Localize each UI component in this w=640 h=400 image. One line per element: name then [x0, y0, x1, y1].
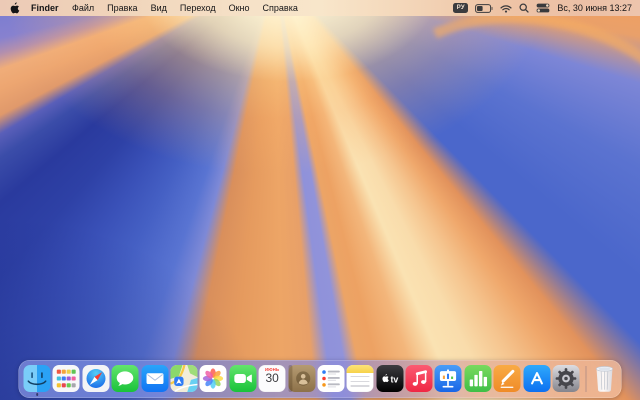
dock-icon-app-store[interactable] — [523, 365, 550, 392]
dock-icon-maps[interactable] — [170, 365, 197, 392]
menu-item-file[interactable]: Файл — [66, 3, 101, 13]
dock-icon-numbers[interactable] — [464, 365, 491, 392]
menu-item-edit[interactable]: Правка — [101, 3, 144, 13]
dock-icon-apple-tv[interactable]: tv — [376, 365, 403, 392]
dock-icon-music[interactable] — [406, 365, 433, 392]
dock-icon-facetime[interactable] — [229, 365, 256, 392]
menu-item-view[interactable]: Вид — [144, 3, 173, 13]
dock-separator — [586, 366, 587, 392]
apple-menu-icon[interactable] — [9, 2, 20, 14]
dock-icon-contacts[interactable] — [288, 365, 315, 392]
menu-item-go[interactable]: Переход — [173, 3, 222, 13]
running-indicator-dot — [36, 393, 39, 396]
control-center-icon[interactable] — [536, 3, 550, 13]
menu-bar-clock[interactable]: Вс, 30 июня 13:27 — [557, 3, 632, 13]
dock-icon-system-settings[interactable] — [553, 365, 580, 392]
dock-icon-calendar[interactable]: ИЮНЬ 30 — [259, 365, 286, 392]
dock-icon-launchpad[interactable] — [53, 365, 80, 392]
notes-icon-line — [351, 385, 370, 386]
battery-icon[interactable] — [475, 4, 493, 13]
active-app-menu[interactable]: Finder — [24, 3, 66, 13]
dock-icon-reminders[interactable] — [317, 365, 344, 392]
dock-icon-mail[interactable] — [141, 365, 168, 392]
dock-icon-photos[interactable] — [200, 365, 227, 392]
tv-label: tv — [390, 375, 398, 385]
menu-item-window[interactable]: Окно — [222, 3, 256, 13]
menu-bar: Finder Файл Правка Вид Переход Окно Спра… — [0, 0, 640, 16]
dock-icon-notes[interactable] — [347, 365, 374, 392]
input-source-badge[interactable]: РУ — [453, 3, 468, 13]
dock-icon-finder[interactable] — [24, 365, 51, 392]
dock: ИЮНЬ 30 — [19, 360, 622, 398]
calendar-day-label: 30 — [265, 372, 278, 385]
notes-icon-header — [347, 365, 374, 373]
dock-icon-pages[interactable] — [494, 365, 521, 392]
dock-icon-keynote[interactable] — [435, 365, 462, 392]
wifi-icon[interactable] — [500, 4, 512, 13]
menu-item-help[interactable]: Справка — [256, 3, 304, 13]
notes-icon-line — [351, 376, 370, 377]
spotlight-search-icon[interactable] — [519, 3, 529, 13]
dock-icon-trash[interactable] — [593, 364, 617, 393]
menu-bar-status-area: РУ — [453, 3, 632, 13]
dock-icon-safari[interactable] — [82, 365, 109, 392]
notes-icon-line — [351, 381, 370, 382]
dock-icon-messages[interactable] — [112, 365, 139, 392]
